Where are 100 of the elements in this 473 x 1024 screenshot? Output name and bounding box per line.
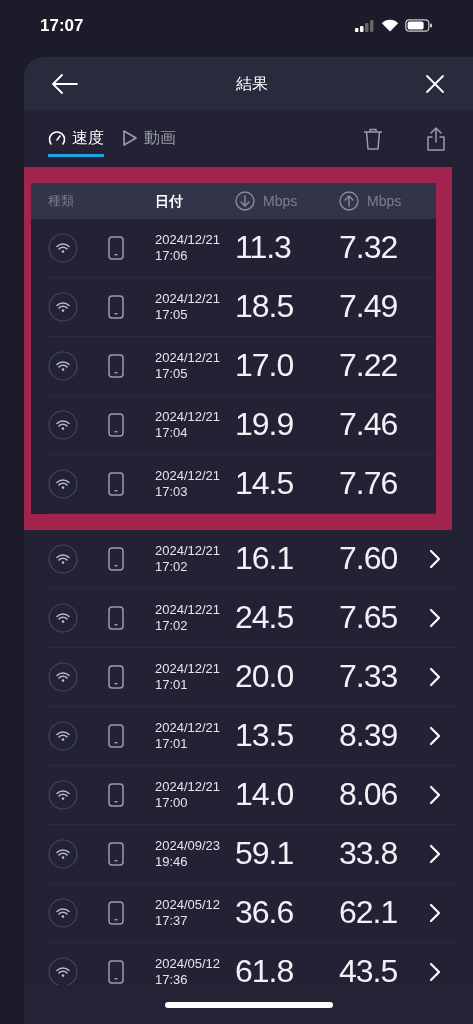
phone-icon [108,960,124,984]
time-text: 17:05 [155,307,189,323]
time-text: 17:06 [155,248,189,264]
download-speed: 24.5 [235,599,294,635]
wifi-icon [48,410,78,440]
download-speed: 11.3 [235,229,291,265]
download-speed: 20.0 [235,658,294,694]
phone-icon [108,413,124,437]
date-text: 2024/12/21 [155,232,222,248]
download-speed: 13.5 [235,717,294,753]
upload-speed: 7.49 [339,288,398,324]
download-speed: 14.5 [235,465,294,501]
upload-speed: 7.46 [339,406,398,442]
upload-speed: 7.33 [339,658,398,694]
time-text: 17:05 [155,366,189,382]
wifi-icon [48,292,78,322]
date-text: 2024/12/21 [155,779,222,795]
back-arrow-icon[interactable] [52,73,78,94]
wifi-icon [48,603,78,633]
chevron-right-icon[interactable] [429,785,441,805]
signal-icon [355,19,375,32]
tab[interactable]: 速度 [48,120,104,157]
time-text: 17:37 [155,913,189,929]
time-text: 17:02 [155,618,189,634]
time-text: 19:46 [155,854,189,870]
wifi-icon [48,780,78,810]
arrow-down-circle-icon [235,191,255,211]
phone-icon [108,724,124,748]
download-speed: 59.1 [235,835,294,871]
date-text: 2024/05/12 [155,956,222,972]
download-speed: 14.0 [235,776,294,812]
screen-title: 結果 [235,73,268,94]
chevron-right-icon[interactable] [429,608,441,628]
upload-speed: 7.22 [339,347,398,383]
phone-icon [108,783,124,807]
download-speed: 16.1 [235,540,294,576]
chevron-right-icon[interactable] [429,903,441,923]
wifi-icon [48,662,78,692]
chevron-right-icon[interactable] [429,844,441,864]
chevron-right-icon[interactable] [429,726,441,746]
wifi-icon [48,351,78,381]
battery-icon [405,19,433,32]
date-text: 2024/12/21 [155,291,222,307]
share-icon[interactable] [427,126,445,151]
download-speed: 36.6 [235,894,294,930]
column-header: 種類 [48,192,74,211]
gauge-icon [48,130,66,146]
column-header: 日付 [155,191,183,211]
upload-speed: 33.8 [339,835,398,871]
date-text: 2024/12/21 [155,661,222,677]
time-text: 17:01 [155,677,189,693]
upload-speed: 7.60 [339,540,398,576]
phone-icon [108,842,124,866]
download-speed: 19.9 [235,406,294,442]
arrow-up-circle-icon [339,191,359,211]
wifi-status-icon [381,19,399,32]
wifi-icon [48,721,78,751]
upload-speed: 62.1 [339,894,398,930]
date-text: 2024/09/23 [155,838,222,854]
upload-speed: 43.5 [339,953,398,985]
upload-speed: 8.06 [339,776,398,812]
phone-icon [108,665,124,689]
date-text: 2024/12/21 [155,409,222,425]
upload-speed: 7.65 [339,599,398,635]
trash-icon[interactable] [363,127,383,150]
upload-speed: 8.39 [339,717,398,753]
download-speed: 18.5 [235,288,294,324]
chevron-right-icon[interactable] [429,962,441,982]
download-speed: 17.0 [235,347,294,383]
wifi-icon [48,233,78,263]
chevron-right-icon[interactable] [429,667,441,687]
tab[interactable]: 動画 [122,120,176,157]
wifi-icon [48,469,78,499]
time-text: 17:36 [155,972,189,985]
time-text: 17:04 [155,425,189,441]
status-time: 17:07 [40,14,84,37]
time-text: 17:00 [155,795,189,811]
date-text: 2024/05/12 [155,897,222,913]
download-speed: 61.8 [235,953,294,985]
play-icon [122,129,138,147]
phone-icon [108,236,124,260]
date-text: 2024/12/21 [155,602,222,618]
wifi-icon [48,544,78,574]
phone-icon [108,547,124,571]
phone-icon [108,901,124,925]
date-text: 2024/12/21 [155,543,222,559]
column-header: Mbps [367,191,402,211]
time-text: 17:02 [155,559,189,575]
time-text: 17:03 [155,484,189,500]
phone-icon [108,472,124,496]
close-icon[interactable] [425,73,445,94]
chevron-right-icon[interactable] [429,549,441,569]
wifi-icon [48,898,78,928]
wifi-icon [48,957,78,985]
column-header: Mbps [263,191,298,211]
wifi-icon [48,839,78,869]
phone-icon [108,354,124,378]
time-text: 17:01 [155,736,189,752]
phone-icon [108,295,124,319]
date-text: 2024/12/21 [155,468,222,484]
